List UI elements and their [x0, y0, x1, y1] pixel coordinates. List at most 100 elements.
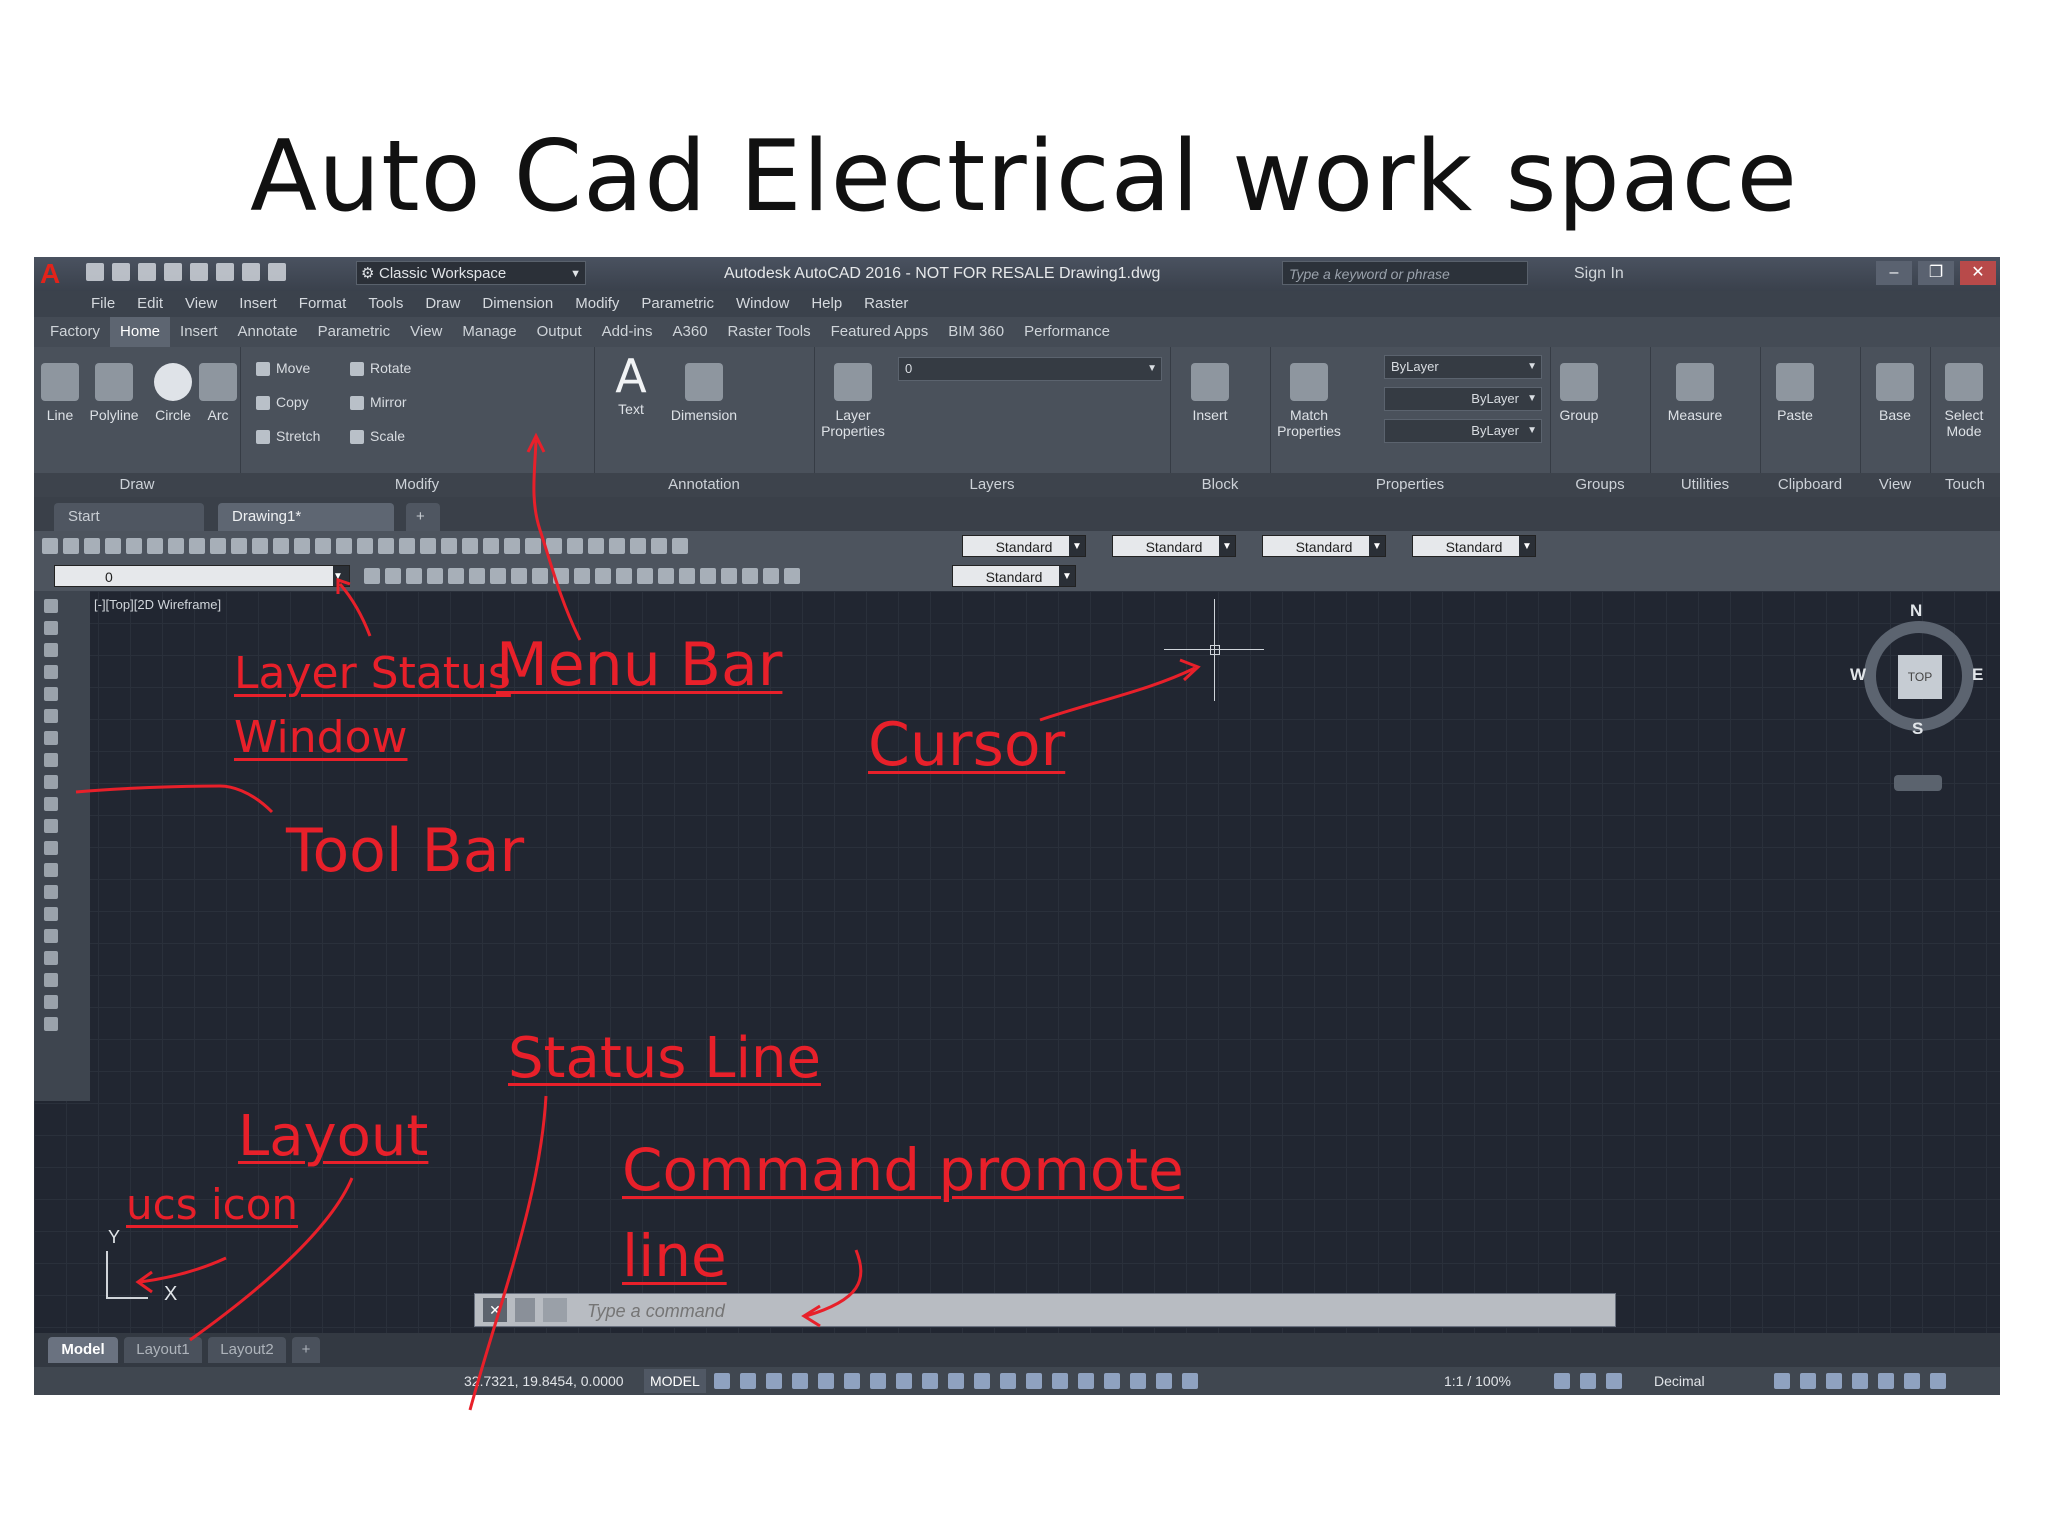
- minimize-button[interactable]: –: [1876, 261, 1912, 285]
- close-icon[interactable]: ✕: [483, 1298, 507, 1322]
- dim-linear-icon[interactable]: [525, 538, 541, 554]
- table-icon[interactable]: [44, 973, 58, 987]
- polyline-tool[interactable]: Polyline: [84, 363, 144, 423]
- line-icon[interactable]: [427, 568, 443, 584]
- publish-icon[interactable]: [147, 538, 163, 554]
- save-icon[interactable]: [84, 538, 100, 554]
- isolate-icon[interactable]: [1606, 1373, 1622, 1389]
- view-group-label[interactable]: View: [1860, 473, 1930, 497]
- menu-help[interactable]: Help: [800, 291, 853, 317]
- dim-aligned-icon[interactable]: [546, 538, 562, 554]
- rectangle-icon[interactable]: [44, 687, 58, 701]
- open-icon[interactable]: [63, 538, 79, 554]
- sheet-set-icon[interactable]: [441, 538, 457, 554]
- xline-icon[interactable]: [44, 621, 58, 635]
- tab-view[interactable]: View: [400, 317, 452, 347]
- undo-icon[interactable]: [252, 538, 268, 554]
- new-icon[interactable]: [86, 263, 104, 281]
- circle-tool[interactable]: Circle: [148, 363, 198, 423]
- layer-properties-tool[interactable]: Layer Properties: [818, 363, 888, 439]
- layer-status-dropdown[interactable]: 0 ▼: [54, 565, 350, 587]
- zoom-previous-icon[interactable]: [357, 538, 373, 554]
- dimension-tool[interactable]: Dimension: [664, 363, 744, 423]
- compass-west[interactable]: W: [1850, 665, 1866, 685]
- make-block-icon[interactable]: [44, 863, 58, 877]
- compass-north[interactable]: N: [1910, 601, 1922, 621]
- grid-icon[interactable]: [714, 1373, 730, 1389]
- lock-ui-icon[interactable]: [1800, 1373, 1816, 1389]
- sign-in-link[interactable]: Sign In: [1574, 257, 1624, 291]
- cut-icon[interactable]: [168, 538, 184, 554]
- plot-icon[interactable]: [105, 538, 121, 554]
- layer-dropdown[interactable]: 0 ▼: [898, 357, 1162, 381]
- revcloud-icon[interactable]: [44, 753, 58, 767]
- mleader-style-dropdown[interactable]: Standard ▼: [1412, 535, 1536, 557]
- undo-icon[interactable]: [242, 263, 260, 281]
- tool-palettes-icon[interactable]: [420, 538, 436, 554]
- preview-icon[interactable]: [126, 538, 142, 554]
- layer-prev-icon[interactable]: [364, 568, 380, 584]
- redo-icon[interactable]: [273, 538, 289, 554]
- menu-icon[interactable]: [1930, 1373, 1946, 1389]
- circle-icon[interactable]: [553, 568, 569, 584]
- mtext-icon[interactable]: [742, 568, 758, 584]
- rotate-tool[interactable]: Rotate: [350, 357, 411, 379]
- tab-factory[interactable]: Factory: [40, 317, 110, 347]
- viewport-controls[interactable]: [-][Top][2D Wireframe]: [94, 597, 221, 612]
- tab-layout1[interactable]: Layout1: [124, 1337, 202, 1363]
- table-style-dropdown[interactable]: Standard ▼: [1262, 535, 1386, 557]
- infer-icon[interactable]: [766, 1373, 782, 1389]
- line-tool[interactable]: Line: [40, 363, 80, 423]
- utilities-group-label[interactable]: Utilities: [1650, 473, 1760, 497]
- annotation-scale[interactable]: 1:1 / 100%: [1444, 1367, 1511, 1395]
- workspace-dropdown[interactable]: ⚙ Classic Workspace ▼: [356, 261, 586, 285]
- save-icon[interactable]: [138, 263, 156, 281]
- menu-insert[interactable]: Insert: [228, 291, 288, 317]
- gradient-icon[interactable]: [44, 929, 58, 943]
- units-dropdown[interactable]: Decimal: [1654, 1367, 1705, 1395]
- compass-south[interactable]: S: [1912, 719, 1923, 739]
- point-icon[interactable]: [44, 885, 58, 899]
- tab-model[interactable]: Model: [48, 1337, 118, 1363]
- viewcube[interactable]: TOP: [1864, 621, 1974, 731]
- calculator-icon[interactable]: [483, 538, 499, 554]
- select-mode-tool[interactable]: Select Mode: [1936, 363, 1992, 439]
- properties-group-label[interactable]: Properties: [1270, 473, 1550, 497]
- isodraft-icon[interactable]: [870, 1373, 886, 1389]
- tab-drawing1[interactable]: Drawing1*: [218, 503, 394, 531]
- selection-cycling-icon[interactable]: [1000, 1373, 1016, 1389]
- dim-icon[interactable]: [763, 568, 779, 584]
- tab-parametric[interactable]: Parametric: [308, 317, 401, 347]
- menu-parametric[interactable]: Parametric: [630, 291, 725, 317]
- selection-filter-icon[interactable]: [1078, 1373, 1094, 1389]
- search-input[interactable]: Type a keyword or phrase: [1282, 261, 1528, 285]
- polyline-icon[interactable]: [44, 643, 58, 657]
- tab-output[interactable]: Output: [527, 317, 592, 347]
- move-tool[interactable]: Move: [256, 357, 310, 379]
- dynamic-ucs-icon[interactable]: [1052, 1373, 1068, 1389]
- layer-iso-icon[interactable]: [406, 568, 422, 584]
- object-snap-tracking-icon[interactable]: [896, 1373, 912, 1389]
- dim-ordinate-icon[interactable]: [588, 538, 604, 554]
- command-input[interactable]: [585, 1294, 1489, 1328]
- design-center-icon[interactable]: [399, 538, 415, 554]
- tab-manage[interactable]: Manage: [452, 317, 526, 347]
- copy-tool[interactable]: Copy: [256, 391, 309, 413]
- group-tool[interactable]: Group: [1554, 363, 1604, 423]
- customize-icon[interactable]: [515, 1298, 535, 1322]
- autocad-logo-icon[interactable]: A: [40, 259, 60, 289]
- recent-commands-icon[interactable]: [543, 1298, 567, 1322]
- menu-edit[interactable]: Edit: [126, 291, 174, 317]
- gear-icon[interactable]: [1554, 1373, 1570, 1389]
- maximize-button[interactable]: ❐: [1918, 261, 1954, 285]
- scale-tool[interactable]: Scale: [350, 425, 405, 447]
- pan-icon[interactable]: [294, 538, 310, 554]
- isolate-objects-icon[interactable]: [1852, 1373, 1868, 1389]
- model-space-button[interactable]: MODEL: [644, 1369, 706, 1393]
- hatch-icon[interactable]: [44, 907, 58, 921]
- stretch-tool[interactable]: Stretch: [256, 425, 320, 447]
- menu-format[interactable]: Format: [288, 291, 358, 317]
- wcs-menu-button[interactable]: [1894, 775, 1942, 791]
- layers-group-label[interactable]: Layers: [814, 473, 1170, 497]
- spline-icon[interactable]: [574, 568, 590, 584]
